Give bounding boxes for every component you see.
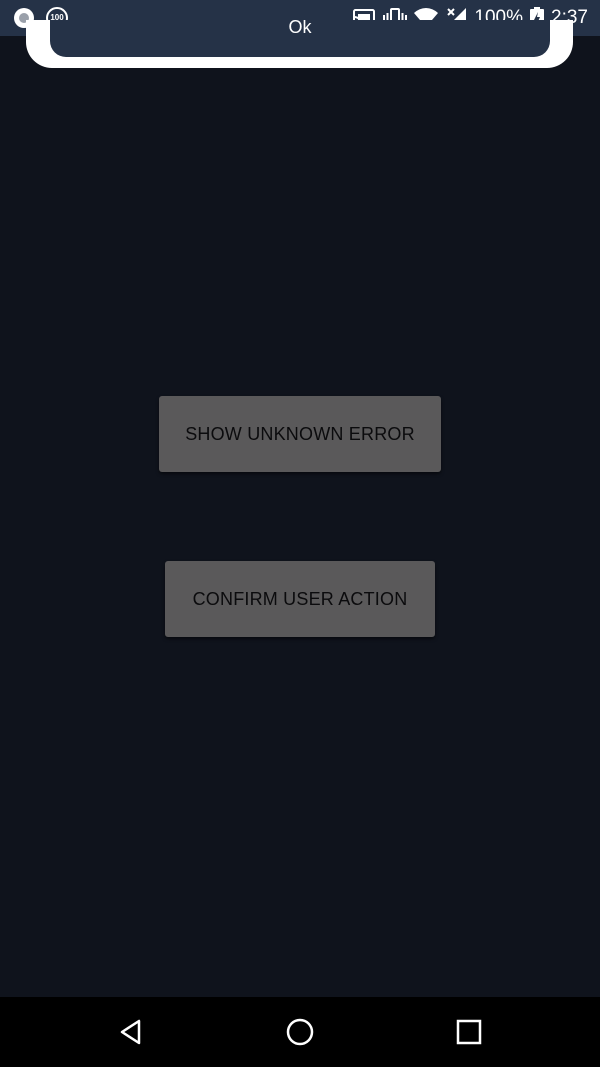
home-icon	[286, 1018, 314, 1046]
navigation-bar	[0, 997, 600, 1067]
recents-icon	[456, 1019, 482, 1045]
back-button[interactable]	[113, 1014, 149, 1050]
show-unknown-error-button[interactable]: SHOW UNKNOWN ERROR	[159, 396, 441, 472]
recents-button[interactable]	[451, 1014, 487, 1050]
home-button[interactable]	[282, 1014, 318, 1050]
back-icon	[120, 1019, 141, 1045]
dialog-ok-label: Ok	[288, 20, 312, 37]
dialog-ok-button[interactable]: Ok	[50, 20, 550, 57]
confirm-user-action-button[interactable]: CONFIRM USER ACTION	[165, 561, 435, 637]
